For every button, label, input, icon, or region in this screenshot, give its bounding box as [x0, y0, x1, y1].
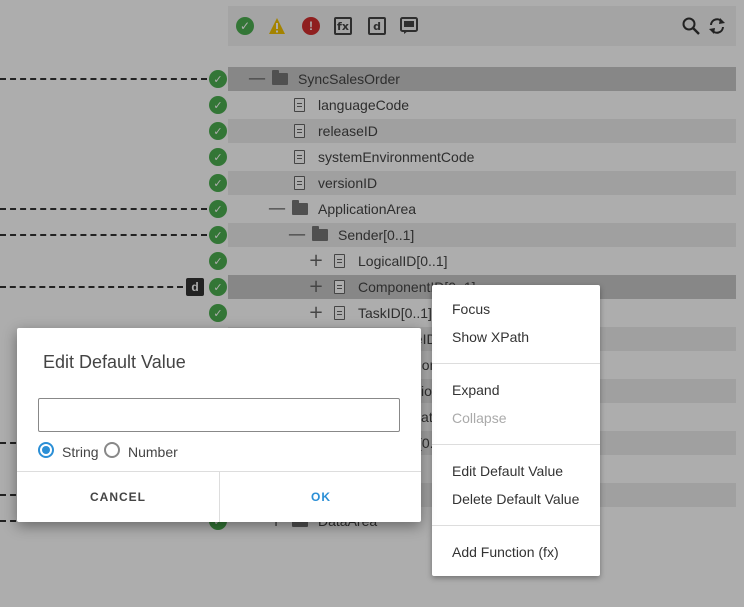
menu-divider [432, 444, 600, 445]
menu-item-delete-default-value[interactable]: Delete Default Value [452, 491, 579, 507]
menu-item-edit-default-value[interactable]: Edit Default Value [452, 463, 563, 479]
menu-item-show-xpath[interactable]: Show XPath [452, 329, 529, 345]
ok-button[interactable]: OK [220, 471, 422, 522]
string-radio-label: String [62, 444, 99, 460]
menu-divider [432, 525, 600, 526]
default-value-input[interactable] [38, 398, 400, 432]
number-radio-label: Number [128, 444, 178, 460]
menu-item-add-function[interactable]: Add Function (fx) [452, 544, 559, 560]
menu-item-expand[interactable]: Expand [452, 382, 499, 398]
number-radio[interactable] [104, 442, 120, 458]
menu-item-collapse: Collapse [452, 410, 507, 426]
context-menu: Focus Show XPath Expand Collapse Edit De… [432, 285, 600, 576]
edit-default-value-dialog: Edit Default Value String Number CANCEL … [17, 328, 421, 522]
cancel-button[interactable]: CANCEL [17, 471, 219, 522]
dialog-title: Edit Default Value [43, 352, 186, 372]
menu-item-focus[interactable]: Focus [452, 301, 490, 317]
menu-divider [432, 363, 600, 364]
string-radio[interactable] [38, 442, 54, 458]
